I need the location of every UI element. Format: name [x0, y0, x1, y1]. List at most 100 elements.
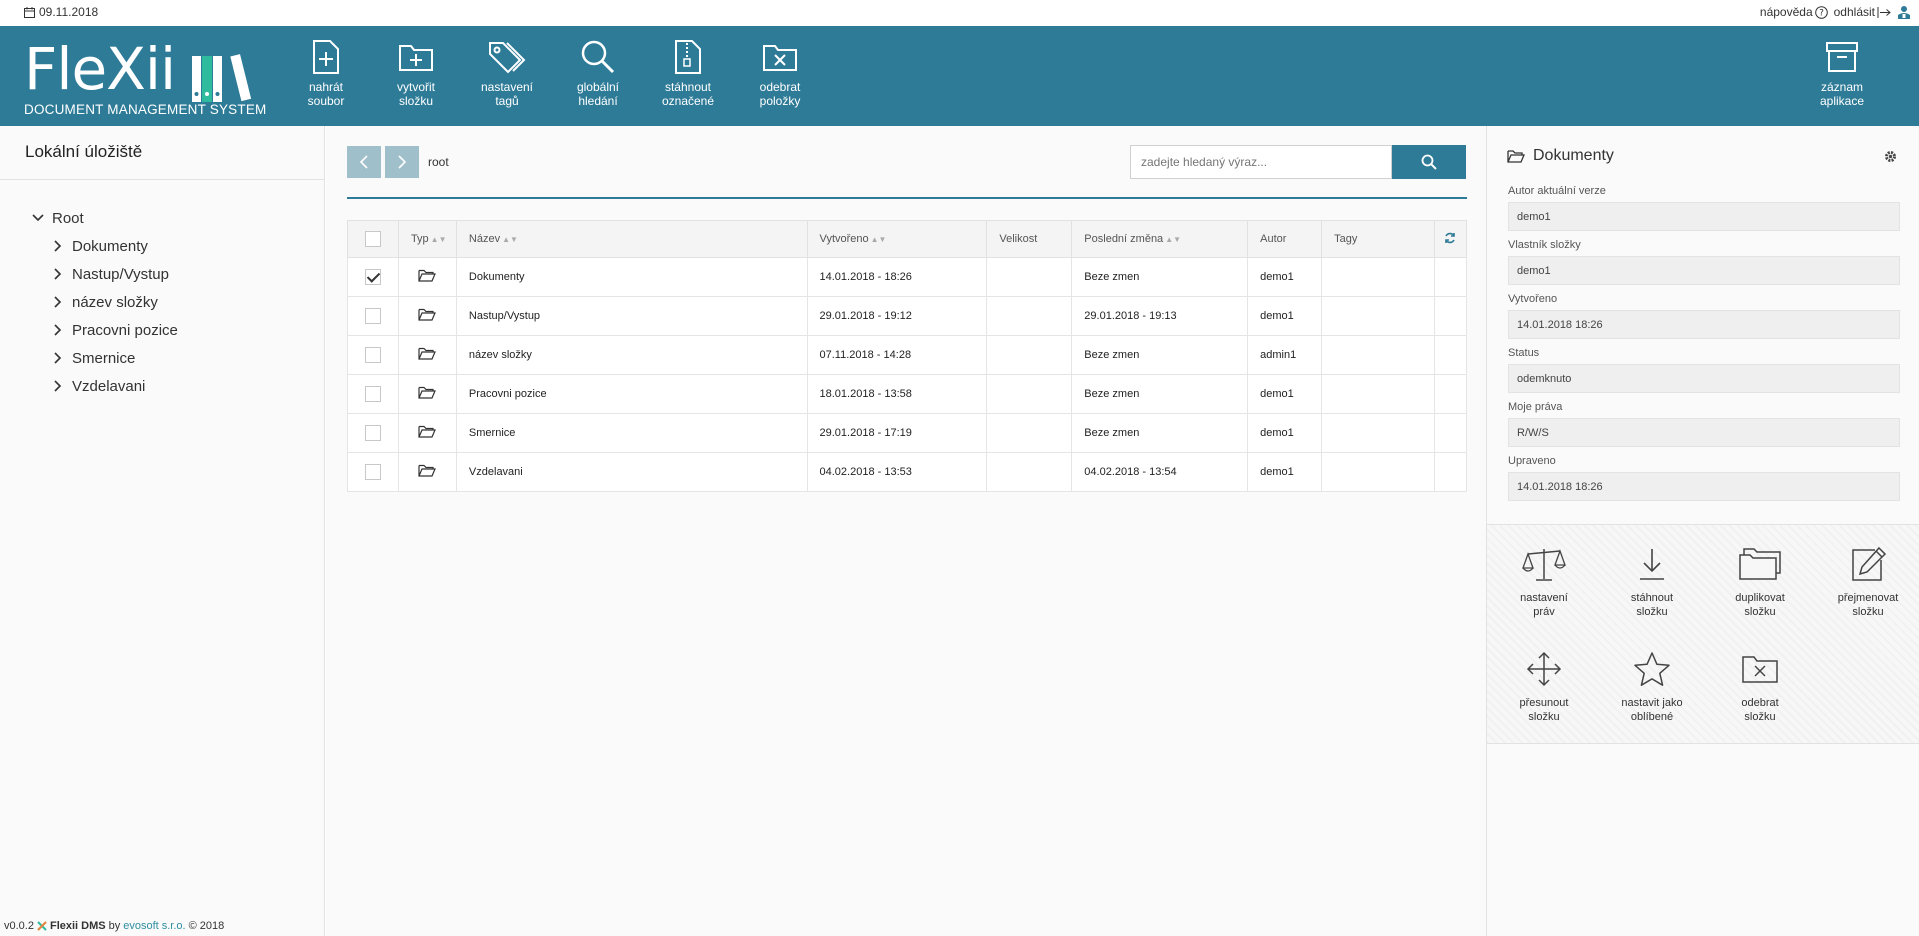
column-created[interactable]: Vytvořeno ▲▼ [806, 220, 988, 258]
duplicate-folder-button[interactable]: duplikovat složku [1710, 539, 1810, 619]
date-display: 09.11.2018 [24, 5, 98, 19]
column-type[interactable]: Typ ▲▼ [397, 220, 457, 258]
table-row[interactable]: Vzdelavani 04.02.2018 - 13:53 04.02.2018 -… [347, 452, 1468, 492]
row-extra [1433, 257, 1468, 297]
row-checkbox[interactable] [364, 347, 381, 363]
select-all-cell [347, 220, 399, 258]
chevron-right-icon[interactable] [54, 268, 62, 280]
tag-settings-label: nastavení tagů [480, 80, 534, 108]
download-selected-button[interactable]: stáhnout označené [643, 34, 733, 108]
chevron-right-icon[interactable] [54, 240, 62, 252]
row-name[interactable]: Nastup/Vystup [455, 296, 808, 336]
select-all-checkbox[interactable] [364, 231, 381, 247]
tag-settings-button[interactable]: nastavení tagů [462, 34, 552, 108]
help-link[interactable]: nápověda ? [1760, 5, 1828, 19]
chevron-right-icon[interactable] [54, 352, 62, 364]
row-checkbox[interactable] [364, 308, 381, 324]
row-checkbox[interactable] [364, 386, 381, 402]
chevron-down-icon[interactable] [32, 214, 44, 222]
back-button[interactable] [347, 146, 381, 178]
column-name[interactable]: Název ▲▼ [455, 220, 808, 258]
row-name[interactable]: Pracovni pozice [455, 374, 808, 414]
app-log-button[interactable]: záznam aplikace [1797, 34, 1887, 108]
prop-label: Upraveno [1508, 455, 1556, 467]
remove-items-button[interactable]: odebrat položky [735, 34, 825, 108]
row-name[interactable]: Dokumenty [455, 257, 808, 297]
table-row[interactable]: Nastup/Vystup 29.01.2018 - 19:12 29.01.201… [347, 296, 1468, 336]
refresh-icon[interactable] [1444, 232, 1456, 244]
row-name[interactable]: název složky [455, 335, 808, 375]
prop-label: Moje práva [1508, 401, 1563, 413]
chevron-right-icon[interactable] [54, 296, 62, 308]
table-row[interactable]: Smernice 29.01.2018 - 17:19 Beze zmen demo1 [347, 413, 1468, 453]
chevron-right-icon[interactable] [54, 380, 62, 392]
tree-item-nastup-vystup[interactable]: Nastup/Vystup [28, 260, 178, 288]
table-row[interactable]: název složky 07.11.2018 - 14:28 Beze zmen a… [347, 335, 1468, 375]
user-menu[interactable] [1897, 5, 1911, 19]
tree-item-label: Vzdelavani [72, 377, 146, 395]
column-type-label: Typ [410, 233, 429, 245]
row-name[interactable]: Smernice [455, 413, 808, 453]
create-folder-button[interactable]: vytvořit složku [371, 34, 461, 108]
row-tags [1321, 257, 1435, 297]
folder-icon [418, 347, 437, 360]
search-button[interactable] [1392, 145, 1466, 179]
upload-file-button[interactable]: nahrát soubor [281, 34, 371, 108]
app-header: FleXii DOCUMENT MANAGEMENT SYSTEM nahrát… [0, 26, 1919, 126]
question-icon: ? [1814, 5, 1828, 19]
chevron-right-icon[interactable] [54, 324, 62, 336]
global-search-button[interactable]: globální hledání [553, 34, 643, 108]
logo-subtitle: DOCUMENT MANAGEMENT SYSTEM [24, 102, 267, 117]
breadcrumb[interactable]: root [428, 155, 449, 169]
tree-item-smernice[interactable]: Smernice [28, 344, 178, 372]
row-name[interactable]: Vzdelavani [455, 452, 808, 492]
tree-item-pracovni-pozice[interactable]: Pracovni pozice [28, 316, 178, 344]
download-selected-label: stáhnout označené [661, 80, 715, 108]
column-name-label: Název [468, 233, 501, 245]
favorite-button[interactable]: nastavit jako oblíbené [1602, 644, 1702, 724]
table-row[interactable]: Dokumenty 14.01.2018 - 18:26 Beze zmen demo… [347, 257, 1468, 297]
rename-folder-button[interactable]: přejmenovat složku [1818, 539, 1918, 619]
remove-folder-button[interactable]: odebrat složku [1710, 644, 1810, 724]
move-folder-button[interactable]: přesunout složku [1494, 644, 1594, 724]
company-link[interactable]: evosoft s.r.o. [123, 920, 185, 932]
row-select-cell [347, 413, 399, 453]
column-author: Autor [1247, 220, 1323, 258]
column-modified[interactable]: Poslední změna ▲▼ [1071, 220, 1249, 258]
row-type-cell [397, 257, 457, 297]
permissions-button[interactable]: nastavení práv [1494, 539, 1594, 619]
folder-remove-icon [763, 45, 797, 71]
remove-folder-label: odebrat složku [1741, 697, 1779, 723]
logo-wordmark: FleXii [24, 35, 176, 103]
tree-item-dokumenty[interactable]: Dokumenty [28, 232, 178, 260]
search-icon [1421, 154, 1437, 170]
prop-author: Autor aktuální verze demo1 [1508, 185, 1900, 231]
logout-link[interactable]: odhlásit [1834, 5, 1891, 19]
tree-item-nazev-slozky[interactable]: název složky [28, 288, 178, 316]
detail-title: Dokumenty [1507, 147, 1614, 165]
logo[interactable]: FleXii DOCUMENT MANAGEMENT SYSTEM [22, 35, 266, 118]
app-log-label: záznam aplikace [1819, 80, 1865, 108]
row-tags [1321, 452, 1435, 492]
detail-panel: Dokumenty Autor aktuální verze demo1 Vlas… [1486, 126, 1919, 936]
forward-button[interactable] [385, 146, 419, 178]
prop-rights: Moje práva R/W/S [1508, 401, 1900, 447]
toolbar-divider [347, 197, 1467, 199]
row-modified: Beze zmen [1071, 413, 1249, 453]
row-checkbox[interactable] [364, 464, 381, 480]
download-folder-button[interactable]: stáhnout složku [1602, 539, 1702, 619]
tree-item-vzdelavani[interactable]: Vzdelavani [28, 372, 178, 400]
tree-root[interactable]: Root [28, 204, 178, 232]
row-checkbox[interactable] [364, 425, 381, 441]
global-search-label: globální hledání [576, 80, 620, 108]
scales-icon [1522, 549, 1566, 581]
row-modified: 04.02.2018 - 13:54 [1071, 452, 1249, 492]
row-checkbox[interactable] [364, 269, 381, 285]
row-type-cell [397, 452, 457, 492]
gear-icon[interactable] [1884, 150, 1897, 163]
download-icon [1640, 549, 1664, 580]
search-input[interactable] [1130, 145, 1392, 179]
tree-item-label: název složky [72, 293, 158, 311]
table-row[interactable]: Pracovni pozice 18.01.2018 - 13:58 Beze zm… [347, 374, 1468, 414]
column-created-label: Vytvořeno [819, 233, 869, 245]
